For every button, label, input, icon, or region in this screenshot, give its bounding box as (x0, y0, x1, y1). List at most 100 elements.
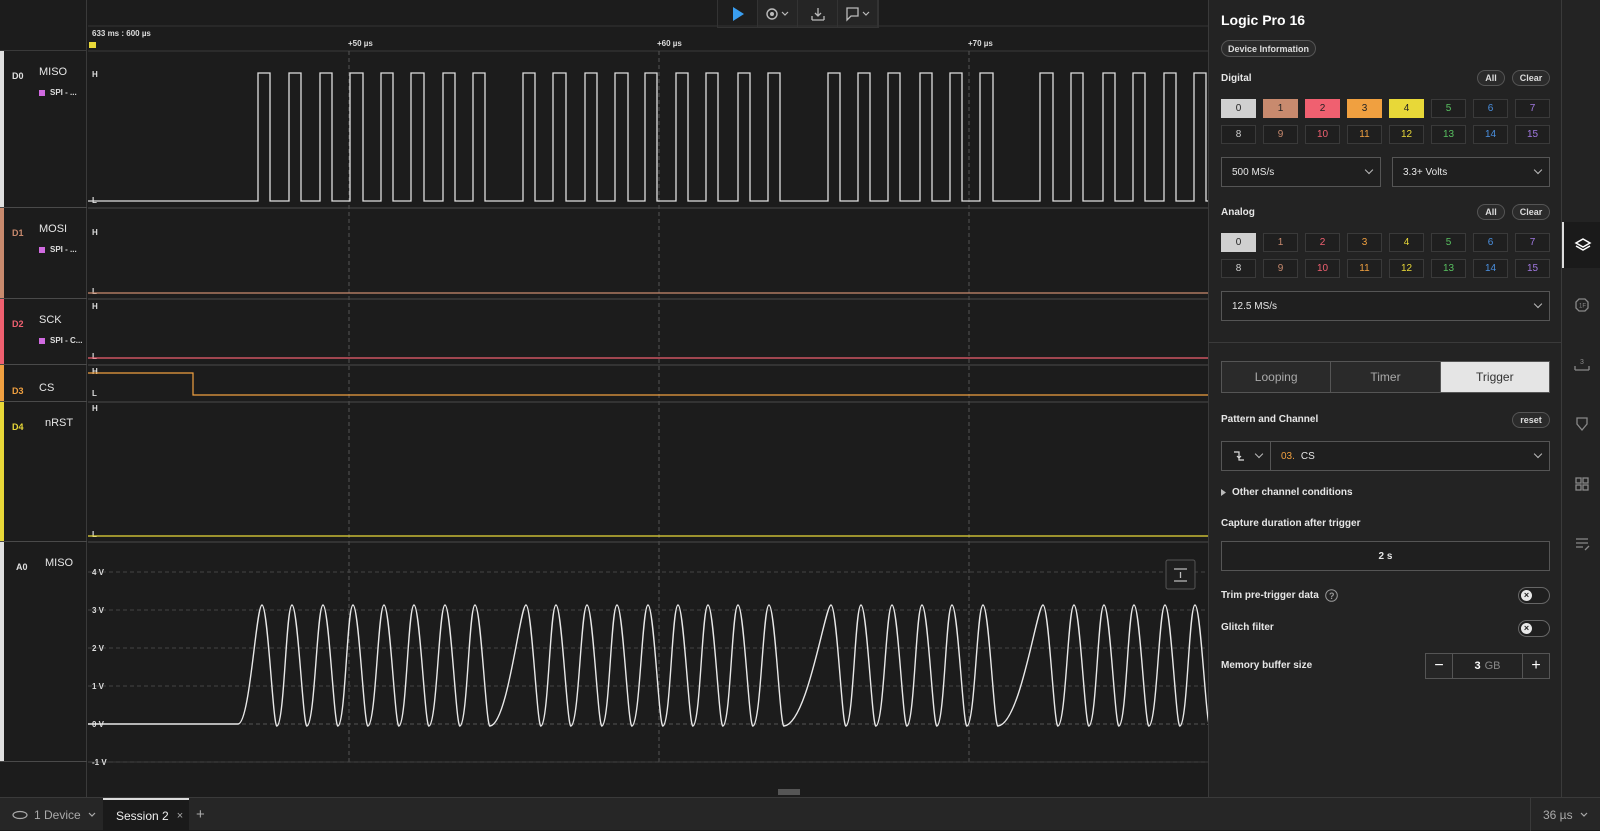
digital-channel-11-toggle[interactable]: 11 (1347, 125, 1382, 144)
analyzer-label[interactable]: SPI - ... (39, 245, 77, 254)
analyzer-icon: 1F (1574, 298, 1589, 312)
capture-mode-selector: Looping Timer Trigger (1221, 361, 1550, 393)
digital-clear-button[interactable]: Clear (1512, 70, 1550, 86)
voltage-dropdown[interactable]: 3.3+ Volts (1392, 157, 1550, 187)
digital-channel-9-toggle[interactable]: 9 (1263, 125, 1298, 144)
channel-number: D1 (12, 228, 24, 238)
device-information-button[interactable]: Device Information (1221, 40, 1316, 57)
markers-tab[interactable] (1562, 401, 1600, 447)
mode-trigger-tab[interactable]: Trigger (1440, 362, 1549, 392)
memory-buffer-label: Memory buffer size (1221, 660, 1313, 671)
channel-name[interactable]: MISO (45, 557, 73, 569)
analog-channel-9-toggle[interactable]: 9 (1263, 259, 1298, 278)
digital-channel-2-toggle[interactable]: 2 (1305, 99, 1340, 118)
chevron-down-icon (1533, 299, 1543, 309)
channel-row-d3[interactable]: D3 CS (0, 365, 87, 402)
analog-channel-0-toggle[interactable]: 0 (1221, 233, 1256, 252)
channel-name[interactable]: MOSI (39, 223, 67, 235)
waveform-view[interactable]: 633 ms : 600 µs +50 µs +60 µs +70 µs H L… (88, 0, 1208, 797)
notes-tab[interactable] (1562, 521, 1600, 567)
analog-channel-14-toggle[interactable]: 14 (1473, 259, 1508, 278)
memory-decrease-button[interactable]: − (1426, 654, 1452, 678)
analyzer-label[interactable]: SPI - C... (39, 336, 82, 345)
ruler-start-label: 633 ms : 600 µs (92, 29, 151, 38)
digital-channel-10-toggle[interactable]: 10 (1305, 125, 1340, 144)
analog-channel-2-toggle[interactable]: 2 (1305, 233, 1340, 252)
measurements-tab[interactable]: 3 (1562, 341, 1600, 387)
memory-increase-button[interactable]: + (1523, 654, 1549, 678)
glitch-filter-toggle[interactable]: × (1518, 620, 1550, 637)
digital-all-button[interactable]: All (1477, 70, 1505, 86)
session-tab[interactable]: Session 2 × (103, 798, 189, 831)
close-tab-icon[interactable]: × (177, 810, 183, 822)
digital-channel-6-toggle[interactable]: 6 (1473, 99, 1508, 118)
marker-pin-icon (1575, 417, 1588, 432)
channel-name[interactable]: CS (39, 382, 54, 394)
chevron-down-icon (1254, 449, 1264, 459)
chevron-down-icon (1364, 165, 1374, 175)
analyzer-label[interactable]: SPI - ... (39, 88, 77, 97)
analog-channel-12-toggle[interactable]: 12 (1389, 259, 1424, 278)
channel-row-d1[interactable]: D1 MOSI SPI - ... (0, 208, 87, 299)
reset-trigger-button[interactable]: reset (1512, 412, 1550, 428)
analog-sample-rate-dropdown[interactable]: 12.5 MS/s (1221, 291, 1550, 321)
digital-channel-1-toggle[interactable]: 1 (1263, 99, 1298, 118)
trigger-edge-dropdown[interactable] (1221, 441, 1271, 471)
digital-channel-14-toggle[interactable]: 14 (1473, 125, 1508, 144)
zoom-level-dropdown[interactable]: 36 µs (1530, 798, 1600, 831)
channel-row-d2[interactable]: D2 SCK SPI - C... (0, 299, 87, 365)
memory-buffer-input[interactable]: 3 GB (1452, 654, 1523, 678)
extensions-tab[interactable] (1562, 461, 1600, 507)
other-conditions-expander[interactable]: Other channel conditions (1221, 487, 1353, 498)
analog-channel-8-toggle[interactable]: 8 (1221, 259, 1256, 278)
capture-duration-input[interactable]: 2 s (1221, 541, 1550, 571)
glitch-filter-label: Glitch filter (1221, 622, 1274, 633)
trigger-channel-dropdown[interactable]: 03. CS (1270, 441, 1550, 471)
add-session-button[interactable]: + (196, 798, 216, 831)
digital-channel-4-toggle[interactable]: 4 (1389, 99, 1424, 118)
channel-name[interactable]: MISO (39, 66, 67, 78)
device-settings-tab[interactable] (1562, 222, 1600, 268)
digital-channel-13-toggle[interactable]: 13 (1431, 125, 1466, 144)
analog-channel-11-toggle[interactable]: 11 (1347, 259, 1382, 278)
trigger-channel-number: 03. (1281, 450, 1295, 462)
resize-grip[interactable] (778, 789, 800, 795)
analog-channel-15-toggle[interactable]: 15 (1515, 259, 1550, 278)
digital-channel-8-toggle[interactable]: 8 (1221, 125, 1256, 144)
analog-channel-13-toggle[interactable]: 13 (1431, 259, 1466, 278)
help-icon[interactable]: ? (1325, 589, 1338, 602)
analog-clear-button[interactable]: Clear (1512, 204, 1550, 220)
zoom-level-value: 36 µs (1543, 807, 1573, 822)
digital-channel-12-toggle[interactable]: 12 (1389, 125, 1424, 144)
digital-sample-rate-dropdown[interactable]: 500 MS/s (1221, 157, 1381, 187)
analog-all-button[interactable]: All (1477, 204, 1505, 220)
channel-row-d4[interactable]: D4 nRST (0, 402, 87, 542)
channel-row-a0[interactable]: A0 MISO (0, 542, 87, 762)
digital-channel-3-toggle[interactable]: 3 (1347, 99, 1382, 118)
analyzers-tab[interactable]: 1F (1562, 282, 1600, 328)
high-level-label: H (92, 302, 98, 311)
digital-channel-5-toggle[interactable]: 5 (1431, 99, 1466, 118)
waveform-canvas[interactable]: 633 ms : 600 µs +50 µs +60 µs +70 µs H L… (88, 0, 1208, 797)
digital-channel-15-toggle[interactable]: 15 (1515, 125, 1550, 144)
analog-channel-7-toggle[interactable]: 7 (1515, 233, 1550, 252)
trigger-marker-icon[interactable] (89, 42, 96, 48)
channel-number: A0 (16, 562, 28, 572)
channel-name[interactable]: SCK (39, 314, 62, 326)
trigger-channel-name: CS (1300, 450, 1315, 462)
channel-row-d0[interactable]: D0 MISO SPI - ... (0, 51, 87, 208)
mode-timer-tab[interactable]: Timer (1331, 362, 1441, 392)
analog-channel-1-toggle[interactable]: 1 (1263, 233, 1298, 252)
analog-channel-4-toggle[interactable]: 4 (1389, 233, 1424, 252)
analog-channel-3-toggle[interactable]: 3 (1347, 233, 1382, 252)
channel-name[interactable]: nRST (45, 417, 73, 429)
analog-channel-10-toggle[interactable]: 10 (1305, 259, 1340, 278)
mode-looping-tab[interactable]: Looping (1222, 362, 1332, 392)
digital-channel-7-toggle[interactable]: 7 (1515, 99, 1550, 118)
analog-channel-6-toggle[interactable]: 6 (1473, 233, 1508, 252)
falling-edge-icon (1234, 451, 1244, 461)
trim-pretrigger-toggle[interactable]: × (1518, 587, 1550, 604)
device-tab[interactable]: 1 Device (0, 798, 100, 831)
analog-channel-5-toggle[interactable]: 5 (1431, 233, 1466, 252)
digital-channel-0-toggle[interactable]: 0 (1221, 99, 1256, 118)
